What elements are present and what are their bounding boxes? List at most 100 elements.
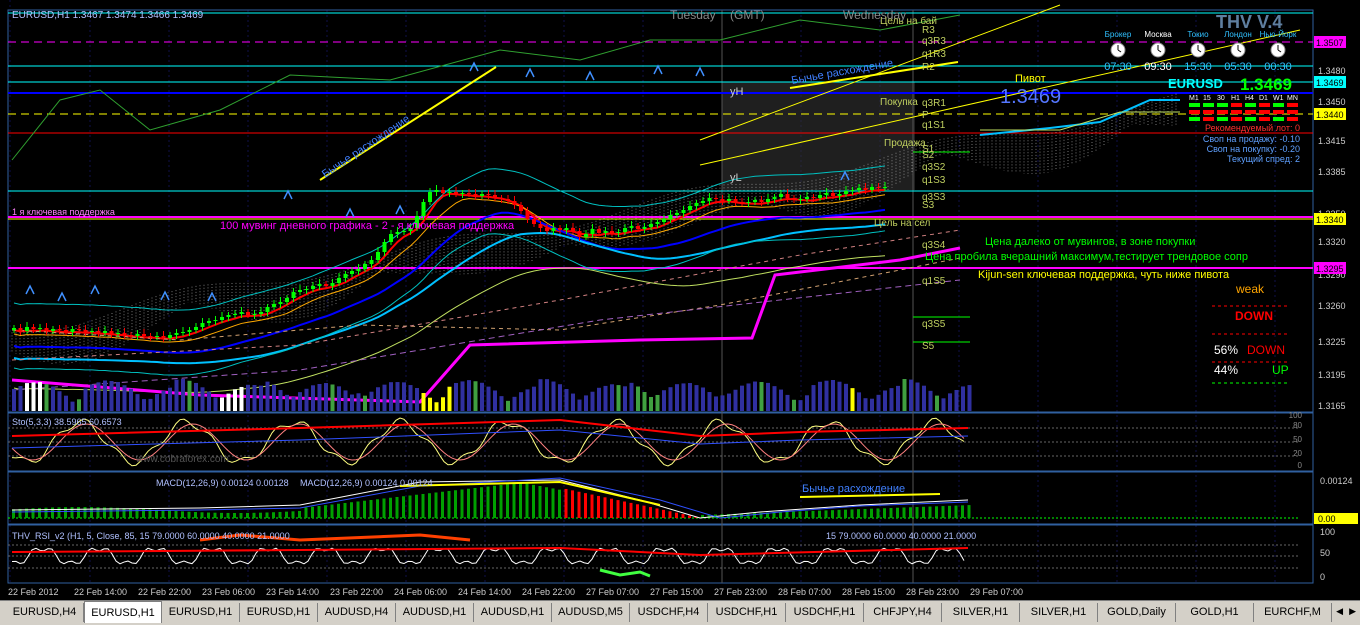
volume-bar — [278, 390, 283, 411]
timeframe-cell — [1273, 110, 1284, 114]
volume-bar — [772, 386, 777, 411]
macd-histogram-bar — [811, 510, 815, 518]
tab-scroll-left-icon[interactable]: ◀ — [1336, 606, 1343, 617]
volume-bar — [304, 388, 309, 411]
volume-bar — [480, 382, 484, 411]
ma-dashed-3 — [11, 279, 961, 391]
macd-histogram-bar — [681, 514, 685, 518]
candle-body — [668, 215, 673, 219]
candle-body — [246, 312, 250, 315]
time-tick: 23 Feb 06:00 — [202, 587, 255, 597]
macd-histogram-bar — [928, 506, 932, 518]
volume-bar — [25, 383, 29, 411]
pivot-level: q1S3 — [922, 175, 946, 186]
volume-bar — [220, 397, 224, 411]
macd-histogram-bar — [428, 493, 431, 518]
pivot-level: q3R1 — [922, 98, 946, 109]
timeframe-cell — [1273, 117, 1284, 121]
volume-bar — [610, 384, 614, 411]
chart-tab[interactable]: SILVER,H1 — [1020, 603, 1098, 622]
candle-body — [317, 284, 322, 286]
macd-histogram-bar — [785, 511, 789, 518]
gridlines — [89, 10, 1276, 583]
timeframe-label: 30 — [1217, 95, 1225, 102]
volume-bar — [44, 384, 49, 411]
chart-tab[interactable]: EURUSD,H1 — [84, 601, 162, 623]
chart-tab[interactable]: AUDUSD,H1 — [474, 603, 552, 622]
macd-histogram-bar — [421, 493, 425, 518]
candle-body — [506, 199, 510, 201]
macd-histogram-bar — [369, 499, 373, 518]
candle-body — [376, 252, 380, 260]
timeframe-cell — [1231, 117, 1242, 121]
timeframe-cell — [1231, 110, 1242, 114]
chart-tab[interactable]: USDCHF,H4 — [630, 603, 708, 622]
chart-tab[interactable]: USDCHF,H1 — [786, 603, 864, 622]
volume-bar — [187, 380, 192, 411]
tab-scroll-right-icon[interactable]: ▶ — [1349, 606, 1356, 617]
thv-info-swap-buy: Своп на покупку: -0.20 — [1207, 144, 1300, 154]
chart-tab[interactable]: GOLD,H1 — [1176, 603, 1254, 622]
candle-body — [662, 219, 666, 222]
volume-bar — [701, 387, 705, 411]
volume-bar — [915, 382, 920, 411]
candle-body — [330, 283, 335, 286]
strength-weak: weak — [1235, 282, 1265, 296]
volume-bar — [389, 382, 393, 411]
chart-tab[interactable]: AUDUSD,M5 — [552, 603, 630, 622]
time-tick: 27 Feb 15:00 — [650, 587, 703, 597]
chart-tab[interactable]: SILVER,H1 — [942, 603, 1020, 622]
thv-panel: THV V.4 Брокер 07:30 Москва 09:30 Токио 15:30… — [1104, 12, 1300, 164]
time-tick: 28 Feb 23:00 — [906, 587, 959, 597]
chart-tab[interactable]: AUDUSD,H1 — [396, 603, 474, 622]
candle-body — [259, 312, 263, 314]
candle-body — [525, 211, 530, 219]
candle-body — [844, 191, 848, 194]
candle-body — [226, 315, 231, 317]
chart-tab[interactable]: USDCHF,H1 — [708, 603, 786, 622]
chart-tab[interactable]: GOLD,Daily — [1098, 603, 1176, 622]
time-tick: 23 Feb 22:00 — [330, 587, 383, 597]
chart-canvas[interactable]: EURUSD,H1 1.3467 1.3474 1.3466 1.3469 Tu… — [0, 0, 1360, 600]
pivot-label: Пивот — [1015, 73, 1046, 85]
candle-body — [44, 328, 49, 331]
time-tick: 24 Feb 22:00 — [522, 587, 575, 597]
chart-tab[interactable]: EURCHF,M — [1254, 603, 1332, 622]
trend-down: DOWN — [1235, 309, 1273, 323]
clock-city: Москва — [1144, 30, 1172, 39]
chart-tab[interactable]: CHFJPY,H4 — [864, 603, 942, 622]
volume-bar — [499, 396, 504, 411]
chart-tab[interactable]: EURUSD,H4 — [6, 603, 84, 622]
candle-body — [811, 197, 816, 198]
macd-histogram-bar — [12, 509, 15, 518]
timeframe-cell — [1189, 103, 1200, 107]
volume-bar — [616, 385, 621, 411]
volume-bar — [447, 386, 452, 411]
volume-bar — [889, 388, 894, 411]
volume-bar — [51, 386, 55, 411]
chart-tab[interactable]: AUDUSD,H4 — [318, 603, 396, 622]
volume-bar — [759, 382, 764, 411]
chart-tab[interactable]: EURUSD,H1 — [240, 603, 318, 622]
timeframe-cell — [1259, 117, 1270, 121]
candle-body — [350, 271, 354, 274]
candle-body — [707, 198, 712, 201]
macd-histogram-bar — [168, 510, 171, 518]
pivot-level: S5 — [922, 341, 935, 352]
candlesticks — [12, 182, 887, 342]
candle-body — [642, 227, 647, 229]
macd-histogram-bar — [233, 512, 236, 518]
candle-body — [766, 199, 770, 202]
volume-bar — [857, 392, 861, 411]
chart-tab[interactable]: EURUSD,H1 — [162, 603, 240, 622]
yl-label: yL — [730, 172, 742, 184]
volume-bar — [668, 387, 673, 411]
volume-bar — [948, 393, 952, 411]
thv-info-lot: Рекомендуемый лот: 0 — [1205, 123, 1300, 133]
time-tick: 27 Feb 23:00 — [714, 587, 767, 597]
macd-histogram-bar — [493, 485, 496, 518]
candle-body — [278, 302, 283, 304]
ma-100-daily — [11, 246, 961, 404]
volume-bar — [161, 390, 166, 411]
buy-zone-label: Покупка — [880, 97, 918, 108]
